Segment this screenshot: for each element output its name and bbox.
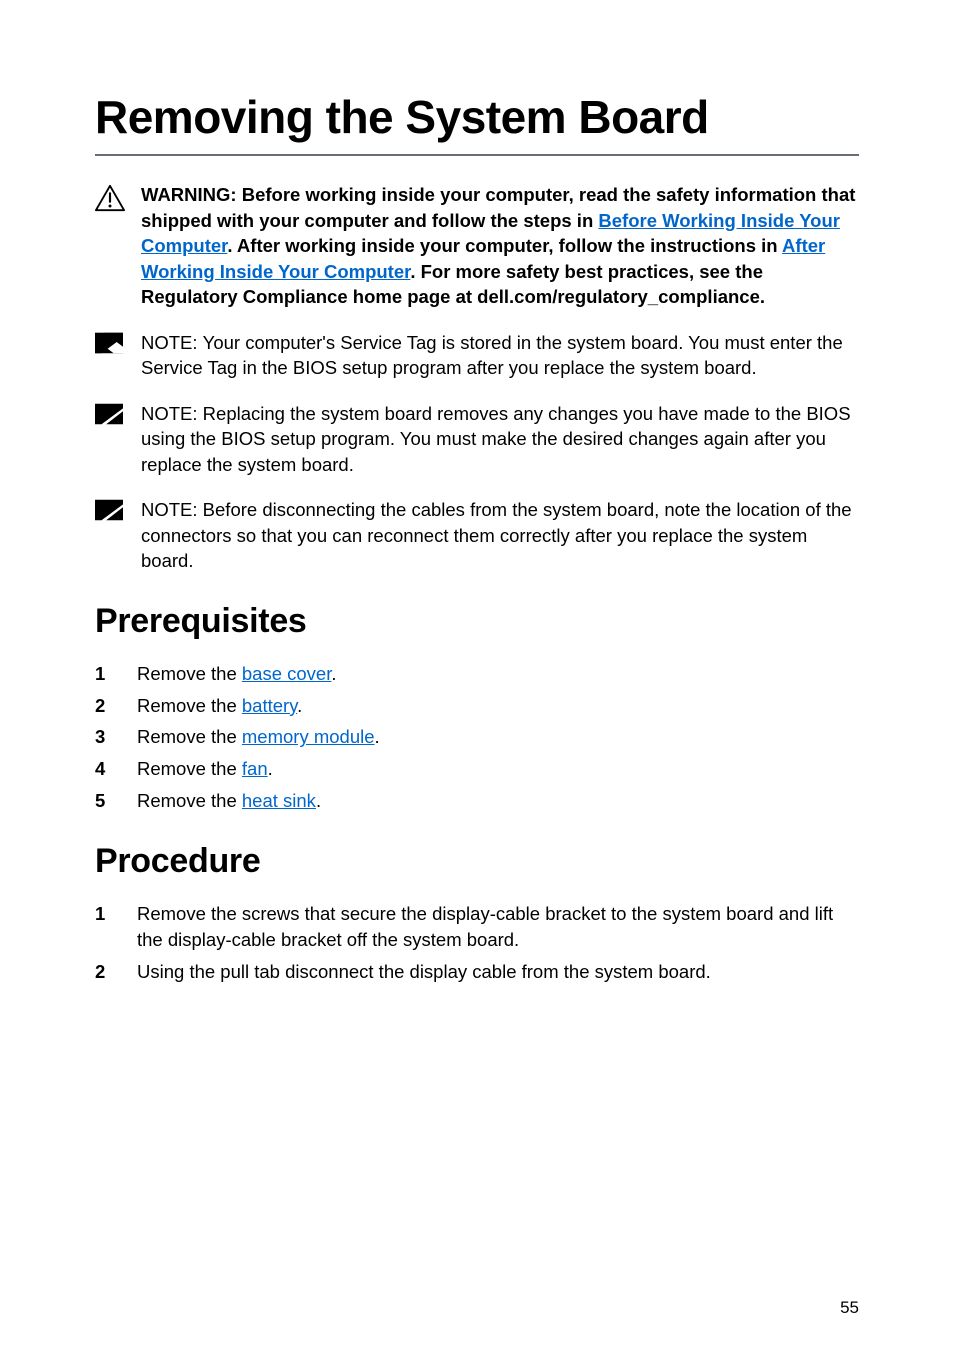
list-item: 1 Remove the screws that secure the disp… (95, 901, 859, 953)
procedure-heading: Procedure (95, 842, 859, 881)
step-post: . (316, 790, 321, 811)
step-post: . (268, 758, 273, 779)
warning-icon (95, 184, 125, 217)
step-pre: Remove the (137, 695, 242, 716)
step-number: 2 (95, 959, 137, 985)
link-fan[interactable]: fan (242, 758, 268, 779)
note-lead: NOTE: (141, 332, 203, 353)
note-lead: NOTE: (141, 403, 203, 424)
list-item: 1 Remove the base cover. (95, 661, 859, 687)
note-block-2: NOTE: Replacing the system board removes… (95, 401, 859, 478)
title-underline (95, 154, 859, 156)
step-number: 5 (95, 788, 137, 814)
prerequisites-heading: Prerequisites (95, 602, 859, 641)
list-item: 5 Remove the heat sink. (95, 788, 859, 814)
note-text-1: NOTE: Your computer's Service Tag is sto… (141, 330, 859, 381)
step-number: 4 (95, 756, 137, 782)
step-pre: Remove the (137, 663, 242, 684)
page-title: Removing the System Board (95, 90, 859, 154)
note-body-text: Replacing the system board removes any c… (141, 403, 851, 475)
warning-mid: . After working inside your computer, fo… (227, 235, 782, 256)
step-pre: Remove the (137, 726, 242, 747)
link-base-cover[interactable]: base cover (242, 663, 331, 684)
step-number: 3 (95, 724, 137, 750)
step-post: . (331, 663, 336, 684)
list-item: 2 Using the pull tab disconnect the disp… (95, 959, 859, 985)
step-post: . (375, 726, 380, 747)
warning-block: WARNING: Before working inside your comp… (95, 182, 859, 310)
note-text-3: NOTE: Before disconnecting the cables fr… (141, 497, 859, 574)
link-battery[interactable]: battery (242, 695, 297, 716)
note-icon (95, 499, 123, 526)
list-item: 3 Remove the memory module. (95, 724, 859, 750)
link-memory-module[interactable]: memory module (242, 726, 375, 747)
link-heat-sink[interactable]: heat sink (242, 790, 316, 811)
step-number: 1 (95, 901, 137, 927)
procedure-list: 1 Remove the screws that secure the disp… (95, 901, 859, 985)
note-block-1: NOTE: Your computer's Service Tag is sto… (95, 330, 859, 381)
step-pre: Remove the (137, 758, 242, 779)
note-text-2: NOTE: Replacing the system board removes… (141, 401, 859, 478)
note-block-3: NOTE: Before disconnecting the cables fr… (95, 497, 859, 574)
prerequisites-list: 1 Remove the base cover. 2 Remove the ba… (95, 661, 859, 814)
note-body-text: Before disconnecting the cables from the… (141, 499, 852, 571)
step-pre: Remove the (137, 790, 242, 811)
list-item: 2 Remove the battery. (95, 693, 859, 719)
step-text: Remove the screws that secure the displa… (137, 901, 859, 953)
step-number: 1 (95, 661, 137, 687)
note-icon (95, 403, 123, 430)
note-body-text: Your computer's Service Tag is stored in… (141, 332, 843, 379)
step-text: Using the pull tab disconnect the displa… (137, 959, 859, 985)
warning-text: WARNING: Before working inside your comp… (141, 182, 859, 310)
list-item: 4 Remove the fan. (95, 756, 859, 782)
step-number: 2 (95, 693, 137, 719)
note-icon (95, 332, 123, 359)
page-number: 55 (840, 1298, 859, 1318)
step-post: . (297, 695, 302, 716)
note-lead: NOTE: (141, 499, 203, 520)
